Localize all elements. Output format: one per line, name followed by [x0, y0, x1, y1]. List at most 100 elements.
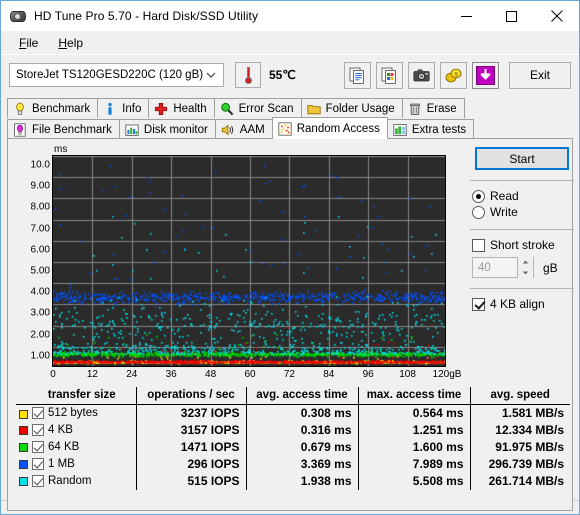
- spinner-up-icon[interactable]: [518, 257, 533, 268]
- chevron-down-icon: [206, 69, 216, 81]
- legend-color-swatch: [16, 456, 28, 473]
- x-tick-label: 120gB: [432, 369, 462, 380]
- tab-erase-label: Erase: [426, 102, 457, 115]
- drive-select[interactable]: StoreJet TS120GESD220C (120 gB): [9, 63, 224, 87]
- menu-file-rest: ile: [26, 35, 39, 50]
- max-access-cell: 5.508 ms: [358, 472, 471, 490]
- y-tick-label: 9.00: [30, 180, 50, 192]
- x-tick-label: 48: [205, 369, 217, 380]
- yellow-folder-icon: [306, 102, 321, 116]
- transfer-size-cell[interactable]: 4 KB: [28, 421, 137, 439]
- row-checkbox[interactable]: [32, 407, 44, 420]
- table-row: 64 KB 1471 IOPS 0.679 ms 1.600 ms 91.975 MB/…: [16, 438, 570, 456]
- x-tick-label: 72: [283, 369, 295, 380]
- tab-benchmark-label: Benchmark: [32, 102, 91, 115]
- operations-cell: 1471 IOPS: [136, 438, 247, 456]
- checkbox-4kb-align[interactable]: 4 KB align: [466, 297, 578, 311]
- row-checkbox[interactable]: [32, 424, 44, 436]
- hard-disk-icon: [10, 8, 26, 24]
- x-tick-label: 24: [126, 369, 138, 380]
- results-table-body: 512 bytes 3237 IOPS 0.308 ms 0.564 ms 1.581 …: [16, 404, 570, 490]
- tab-erase[interactable]: Erase: [401, 98, 465, 118]
- download-arrow-icon[interactable]: [472, 61, 499, 89]
- menu-file[interactable]: File: [9, 33, 48, 53]
- transfer-size-cell[interactable]: Random: [28, 472, 137, 490]
- tab-info[interactable]: Info: [97, 98, 150, 118]
- thermometer-icon: [244, 66, 252, 84]
- table-row: 4 KB 3157 IOPS 0.316 ms 1.251 ms 12.334 MB/s: [16, 421, 570, 439]
- bar-chart-icon: [125, 123, 139, 137]
- menu-help-rest: elp: [67, 35, 84, 50]
- legend-color-swatch: [16, 439, 28, 456]
- toolbar: StoreJet TS120GESD220C (120 gB) 55℃ $ Ex…: [1, 55, 579, 95]
- align-label: 4 KB align: [490, 297, 545, 311]
- short-stroke-value: 40: [478, 261, 491, 274]
- screenshot-camera-icon[interactable]: [408, 61, 435, 89]
- row-checkbox[interactable]: [32, 458, 44, 470]
- close-button[interactable]: [534, 1, 579, 31]
- tab-error-scan[interactable]: Error Scan: [213, 98, 302, 118]
- tab-file-benchmark-label: File Benchmark: [32, 123, 112, 136]
- avg-access-cell: 0.316 ms: [246, 421, 359, 439]
- table-row: 512 bytes 3237 IOPS 0.308 ms 0.564 ms 1.581 …: [16, 404, 570, 422]
- operations-cell: 3157 IOPS: [136, 421, 247, 439]
- radio-write[interactable]: Write: [466, 205, 578, 219]
- spinner-down-icon[interactable]: [518, 268, 533, 279]
- copy-text-icon[interactable]: [344, 61, 371, 89]
- header-max-access: max. access time: [358, 387, 471, 405]
- results-table-wrapper: transfer size operations / sec avg. acce…: [16, 387, 570, 503]
- coins-icon[interactable]: $: [440, 61, 467, 89]
- test-controls: Start Read Write Short stroke 40 gB 4 KB…: [466, 145, 578, 313]
- avg-access-cell: 1.938 ms: [246, 472, 359, 490]
- tab-health-label: Health: [173, 102, 207, 115]
- header-avg-speed: avg. speed: [470, 387, 570, 405]
- tab-random-access-label: Random Access: [296, 122, 380, 135]
- minimize-button[interactable]: [444, 1, 489, 31]
- tab-aam[interactable]: AAM: [214, 119, 273, 139]
- spinner-arrows[interactable]: [517, 257, 533, 278]
- avg-access-cell: 0.308 ms: [246, 404, 359, 422]
- tab-file-benchmark[interactable]: File Benchmark: [7, 119, 120, 139]
- tab-benchmark[interactable]: Benchmark: [7, 98, 99, 118]
- x-tick-label: 108: [399, 369, 416, 380]
- hd-tune-window: HD Tune Pro 5.70 - Hard Disk/SSD Utility…: [0, 0, 580, 515]
- scatter-dots-icon: [278, 121, 292, 136]
- table-row: Random 515 IOPS 1.938 ms 5.508 ms 261.714 MB…: [16, 472, 570, 490]
- maximize-button[interactable]: [489, 1, 534, 31]
- avg-speed-cell: 1.581 MB/s: [501, 406, 564, 421]
- radio-read[interactable]: Read: [466, 189, 578, 203]
- start-button[interactable]: Start: [475, 147, 569, 170]
- tab-health[interactable]: Health: [148, 98, 215, 118]
- legend-color-swatch: [16, 473, 28, 490]
- yellow-bulb-icon: [13, 102, 27, 116]
- tab-info-label: Info: [122, 102, 142, 115]
- y-tick-label: 5.00: [30, 265, 50, 277]
- y-tick-label: 8.00: [30, 201, 50, 213]
- tab-extra-tests[interactable]: Extra tests: [386, 119, 475, 139]
- copy-image-icon[interactable]: [376, 61, 403, 89]
- row-checkbox[interactable]: [32, 441, 44, 453]
- exit-button[interactable]: Exit: [509, 61, 571, 89]
- trash-can-icon: [408, 102, 422, 116]
- divider-3: [470, 288, 574, 289]
- max-access-cell: 0.564 ms: [358, 404, 471, 422]
- short-stroke-input[interactable]: 40: [472, 257, 534, 278]
- table-header-row: transfer size operations / sec avg. acce…: [16, 387, 570, 405]
- tabs: Benchmark Info Health Error Scan Folder …: [7, 97, 574, 511]
- tab-folder-usage-label: Folder Usage: [325, 102, 395, 115]
- transfer-size-cell[interactable]: 1 MB: [28, 455, 137, 473]
- transfer-size-cell[interactable]: 512 bytes: [28, 404, 137, 422]
- x-tick-label: 12: [86, 369, 98, 380]
- magenta-bulb-page-icon: [13, 122, 27, 137]
- tab-random-access[interactable]: Random Access: [271, 117, 388, 139]
- row-checkbox[interactable]: [32, 475, 44, 487]
- tab-folder-usage[interactable]: Folder Usage: [300, 98, 403, 118]
- header-avg-access: avg. access time: [246, 387, 359, 405]
- short-stroke-unit: gB: [543, 260, 558, 275]
- window-title: HD Tune Pro 5.70 - Hard Disk/SSD Utility: [34, 8, 259, 23]
- menu-help[interactable]: Help: [48, 33, 93, 53]
- avg-access-cell: 0.679 ms: [246, 438, 359, 456]
- checkbox-short-stroke[interactable]: Short stroke: [466, 238, 578, 252]
- tab-disk-monitor[interactable]: Disk monitor: [118, 119, 216, 139]
- transfer-size-cell[interactable]: 64 KB: [28, 438, 137, 456]
